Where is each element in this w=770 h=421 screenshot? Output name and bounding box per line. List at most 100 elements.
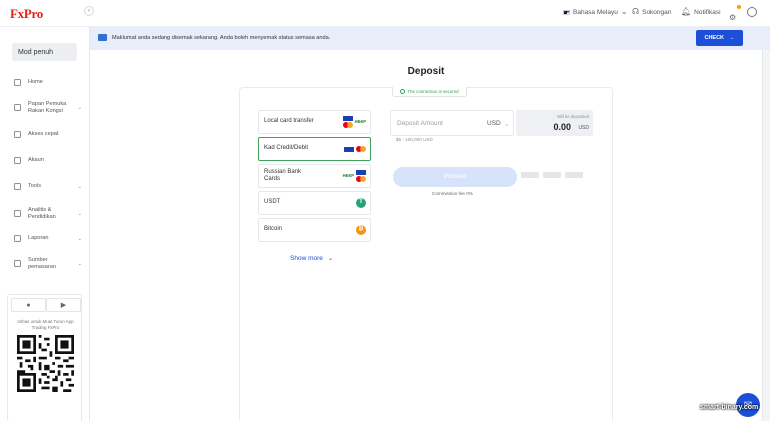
sidebar-item-label: Akaun: [28, 157, 44, 164]
fxpro-logo[interactable]: FxPro: [10, 6, 43, 22]
sidebar-item-label: Laporan: [28, 235, 49, 242]
bitcoin-icon: ₿: [356, 225, 366, 235]
mastercard-icon: [356, 146, 366, 152]
visa-icon: [356, 170, 366, 175]
chevron-down-icon: ⌄: [620, 7, 628, 16]
chevron-down-icon: ⌄: [327, 255, 334, 262]
chevron-down-icon: ⌄: [77, 210, 82, 217]
deposited-currency: USD: [578, 125, 589, 131]
account-icon: [14, 157, 21, 164]
pci-dss-icon: [521, 172, 539, 178]
chevron-down-icon: ⌄: [77, 260, 82, 267]
shield-check-icon: [400, 89, 406, 94]
sidebar-item-label: Home: [28, 79, 43, 86]
method-local-card-transfer[interactable]: Local card transfer НБКР: [258, 110, 371, 134]
play-icon: ▶: [60, 302, 67, 309]
sidebar-item-marketing[interactable]: Sumber pemasaran ⌄: [14, 257, 84, 270]
visa-icon: [342, 116, 353, 121]
support-label: Sokongan: [642, 8, 672, 16]
notifications-label: Notifikasi: [694, 8, 721, 16]
show-more-link[interactable]: Show more ⌄: [290, 254, 334, 263]
apple-icon: ●: [26, 301, 31, 309]
headset-icon: ☊: [632, 7, 640, 16]
notification-dot: [737, 5, 741, 9]
language-label: Bahasa Melayu: [573, 8, 618, 16]
nbkp-icon: НБКР: [354, 119, 366, 125]
deposited-label: Will be deposited: [557, 114, 589, 119]
sidebar-item-label: Tools: [28, 183, 42, 190]
language-selector[interactable]: Bahasa Melayu ⌄: [563, 8, 628, 16]
gear-icon: ⚙: [729, 13, 737, 22]
scrollbar[interactable]: [762, 50, 770, 421]
bell-icon: 🔔︎: [681, 7, 692, 16]
nbkp-icon: НБКР: [342, 173, 354, 179]
watermark: smart-binary.com: [700, 404, 759, 411]
dashboard-icon: [14, 104, 21, 112]
deposit-amount-field[interactable]: Deposit Amount USD ⌄: [390, 110, 514, 136]
chevron-down-icon: ⌄: [77, 104, 82, 111]
method-label: Bitcoin: [264, 226, 283, 233]
mastercard-securecode-icon: [565, 172, 583, 178]
deposit-amount-placeholder: Deposit Amount: [397, 120, 443, 127]
sidebar-item-education[interactable]: Analitis & Pendidikan ⌄: [14, 207, 84, 220]
report-icon: [14, 235, 21, 242]
grid-icon: [14, 131, 21, 138]
visa-icon: [344, 146, 354, 152]
settings-button[interactable]: ⚙: [729, 5, 741, 22]
app-download-box: ● ▶ Imbas untuk Muat Turun App Trading F…: [7, 294, 82, 421]
flag-icon: [563, 9, 570, 15]
method-logos: T: [356, 198, 366, 208]
commission-text: Commission fee 0%: [432, 191, 473, 196]
notifications-link[interactable]: 🔔︎ Notifikasi: [681, 8, 721, 16]
sidebar-item-quick-access[interactable]: Akses cepat: [14, 131, 84, 138]
check-button-label: CHECK: [704, 35, 725, 41]
will-be-deposited-box: Will be deposited 0.00 USD: [516, 110, 593, 136]
method-label: Local card transfer: [264, 118, 314, 125]
chevron-down-icon: ⌄: [77, 183, 82, 190]
full-mode-button[interactable]: Mod penuh: [12, 43, 77, 61]
chevron-down-icon: ⌄: [503, 121, 510, 128]
show-more-label: Show more: [290, 254, 323, 262]
sidebar-item-account[interactable]: Akaun: [14, 157, 84, 164]
marketing-icon: [14, 260, 21, 268]
mastercard-icon: [342, 122, 353, 128]
deposited-value: 0.00: [553, 122, 571, 132]
method-logos: [344, 146, 366, 152]
check-button[interactable]: CHECK →: [696, 30, 743, 46]
secure-text: The connection is secured: [407, 89, 459, 94]
app-store-button[interactable]: ●: [11, 298, 46, 312]
tether-icon: T: [356, 198, 366, 208]
method-label: USDT: [264, 199, 281, 206]
arrow-right-icon: →: [729, 35, 735, 41]
method-logos: НБКР: [343, 170, 366, 182]
sidebar-item-reports[interactable]: Laporan ⌄: [14, 235, 84, 242]
method-logos: НБКР: [342, 116, 366, 128]
amount-range: $5 - 100,000 USD: [396, 137, 433, 142]
verified-by-visa-icon: [543, 172, 561, 178]
home-icon: [14, 79, 21, 86]
education-icon: [14, 210, 21, 218]
google-play-button[interactable]: ▶: [46, 298, 81, 312]
method-usdt[interactable]: USDT T: [258, 191, 371, 215]
method-russian-bank-cards[interactable]: Russian Bank Cards НБКР: [258, 164, 371, 188]
collapse-sidebar-button[interactable]: ‹: [84, 6, 94, 16]
security-logos: [521, 172, 583, 178]
user-icon[interactable]: [747, 7, 757, 17]
top-bar: FxPro Bahasa Melayu ⌄ ☊ Sokongan 🔔︎ Noti…: [0, 0, 770, 27]
support-link[interactable]: ☊ Sokongan: [632, 8, 671, 16]
sidebar-item-home[interactable]: Home: [14, 79, 84, 86]
sidebar-item-label: Papan Pemuka Rakan Kongsi: [28, 101, 67, 114]
method-bitcoin[interactable]: Bitcoin ₿: [258, 218, 371, 242]
sidebar-item-label: Analitis & Pendidikan: [28, 207, 56, 220]
sidebar-item-tools[interactable]: Tools ⌄: [14, 183, 84, 190]
app-download-text: Imbas untuk Muat Turun App Trading FxPro: [17, 319, 74, 330]
chevron-down-icon: ⌄: [77, 235, 82, 242]
currency-selector[interactable]: USD ⌄: [487, 120, 509, 128]
method-credit-debit-card[interactable]: Kad Credit/Debit: [258, 137, 371, 161]
proceed-button[interactable]: Proceed: [393, 167, 517, 187]
id-card-icon: [98, 34, 107, 41]
sidebar-item-label: Sumber pemasaran: [28, 257, 56, 270]
sidebar-item-partner-dashboard[interactable]: Papan Pemuka Rakan Kongsi ⌄: [14, 101, 84, 114]
sidebar: Mod penuh Home Papan Pemuka Rakan Kongsi…: [0, 27, 90, 421]
tools-icon: [14, 183, 21, 190]
